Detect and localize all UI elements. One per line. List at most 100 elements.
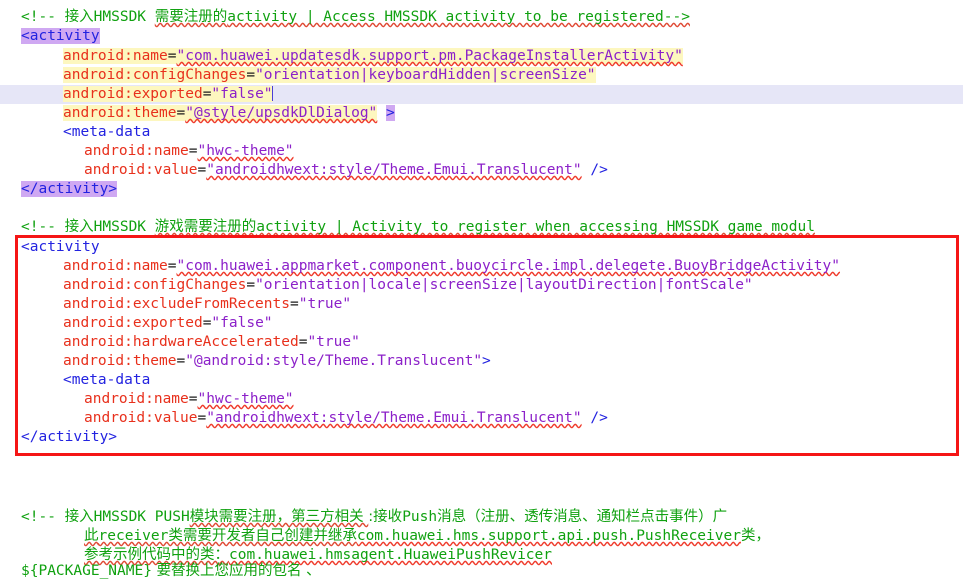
text-caret [271, 86, 273, 101]
attr-exported-1: android:exported [63, 86, 203, 102]
tag-self-close-2: /> [581, 410, 608, 426]
equals-sign: = [176, 353, 186, 369]
code-line-meta-data-open-1[interactable]: <meta-data [0, 123, 150, 142]
tag-self-close-1: /> [581, 162, 608, 178]
attr-meta-name-1: android:name [84, 143, 189, 159]
code-line-comment-access-activity[interactable]: <!-- 接入HMSSDK 需要注册的activity | Access HMS… [0, 8, 690, 27]
attr-meta-name-2: android:name [84, 391, 189, 407]
comment-push-receiver-class: com.huawei.hms.support.api.push.PushRece… [356, 528, 741, 544]
value-upsdk-dl-dialog: "@style/upsdkDlDialog" [185, 105, 378, 121]
comment-huawei-push-revicer-class: com.huawei.hmsagent.HuaweiPushRevicer [229, 547, 553, 563]
equals-sign: = [197, 162, 207, 178]
comment-token-open-2: <!-- [21, 219, 65, 235]
attr-android-name-1: android:name [63, 48, 168, 64]
code-line-theme-2[interactable]: android:theme="@android:style/Theme.Tran… [0, 352, 491, 371]
code-line-android-name-1[interactable]: android:name="com.huawei.updatesdk.suppo… [0, 47, 683, 66]
attr-config-changes-2: android:configChanges [63, 277, 247, 293]
comment-token-open-3: <!-- [21, 509, 65, 525]
value-exclude-true: "true" [298, 296, 352, 312]
comment-cjk-receive: :接收 [368, 509, 403, 525]
value-android-theme-translucent: "@android:style/Theme.Translucent" [185, 353, 483, 369]
value-hwc-theme-2: "hwc-theme" [197, 391, 294, 407]
comment-cjk-game-register: 游戏需要注册的 [154, 219, 257, 235]
attr-hardware-accelerated: android:hardwareAccelerated [63, 334, 299, 350]
code-line-android-name-2[interactable]: android:name="com.huawei.appmarket.compo… [0, 257, 840, 276]
comment-cjk-class-create-extend: 类需要开发者自己创建并继承 [168, 528, 357, 544]
code-line-activity-open-2[interactable]: <activity [0, 238, 100, 257]
comment-cjk-class-suffix: 类， [740, 528, 770, 544]
code-line-comment-push-4[interactable]: ${PACKAGE_NAME} 要替换上您应用的包名 、 [0, 562, 321, 581]
tag-activity-open-2: <activity [21, 239, 100, 255]
tag-meta-data-1: <meta-data [63, 124, 151, 140]
code-line-meta-value-1[interactable]: android:value="androidhwext:style/Theme.… [0, 161, 608, 180]
value-package-installer-activity: "com.huawei.updatesdk.support.pm.Package… [176, 48, 683, 64]
value-buoy-bridge-activity: "com.huawei.appmarket.component.buoycirc… [176, 258, 840, 274]
tag-activity-close-1: </activity> [21, 181, 118, 197]
equals-sign: = [167, 258, 177, 274]
equals-sign: = [167, 48, 177, 64]
value-hardware-true: "true" [307, 334, 360, 350]
comment-cjk-message-detail: 消息（注册、透传消息、通知栏点击事件）广 [437, 509, 728, 525]
code-line-activity-close-1[interactable]: </activity> [0, 180, 118, 199]
equals-sign: = [197, 410, 207, 426]
comment-push-word: Push [402, 509, 438, 525]
comment-hmssdk: HMSSDK [93, 9, 155, 25]
tag-activity-open: <activity [21, 28, 100, 44]
code-line-meta-name-1[interactable]: android:name="hwc-theme" [0, 142, 294, 161]
comment-rest-line1: activity | Access HMSSDK activity to be … [227, 9, 690, 25]
code-line-exported-2[interactable]: android:exported="false" [0, 314, 273, 333]
comment-cjk-access-2: 接入 [64, 219, 94, 235]
tag-activity-close-2: </activity> [21, 429, 118, 445]
equals-sign: = [188, 391, 198, 407]
comment-cjk-replace-package: 要替换上您应用的包名 、 [151, 563, 321, 579]
comment-hmssdk-2: HMSSDK [93, 219, 155, 235]
comment-cjk-this: 此 [84, 528, 99, 544]
value-androidhwext-theme-1: "androidhwext:style/Theme.Emui.Transluce… [206, 162, 582, 178]
value-hwc-theme-1: "hwc-theme" [197, 143, 294, 159]
equals-sign: = [289, 296, 299, 312]
value-exported-false-2: "false" [211, 315, 273, 331]
comment-cjk-module-register: 模块需要注册，第三方相关 [189, 509, 369, 525]
attr-meta-value-1: android:value [84, 162, 198, 178]
code-line-config-changes-1[interactable]: android:configChanges="orientation|keybo… [0, 66, 596, 85]
xml-code-editor[interactable]: <!-- 接入HMSSDK 需要注册的activity | Access HMS… [0, 0, 963, 579]
comment-cjk-access-3: 接入 [64, 509, 94, 525]
code-line-theme-1[interactable]: android:theme="@style/upsdkDlDialog" > [0, 104, 395, 123]
comment-cjk-sample-code-class: 参考示例代码中的类： [84, 547, 229, 563]
comment-token-open: <!-- [21, 9, 65, 25]
attr-meta-value-2: android:value [84, 410, 198, 426]
code-line-exported-1[interactable]: android:exported="false" [0, 85, 273, 104]
code-line-comment-push-2[interactable]: 此receiver类需要开发者自己创建并继承com.huawei.hms.sup… [0, 527, 770, 546]
attr-exclude-from-recents: android:excludeFromRecents [63, 296, 290, 312]
equals-sign: = [188, 143, 198, 159]
tag-meta-data-2: <meta-data [63, 372, 151, 388]
code-line-meta-data-open-2[interactable]: <meta-data [0, 371, 150, 390]
comment-cjk-need-register: 需要注册的 [154, 9, 228, 25]
value-exported-false-1: "false" [211, 86, 273, 102]
bracket-close-2: > [482, 353, 491, 369]
value-androidhwext-theme-2: "androidhwext:style/Theme.Emui.Transluce… [206, 410, 582, 426]
bracket-close-1: > [386, 105, 395, 121]
value-config-changes-1: "orientation|keyboardHidden|screenSize" [255, 67, 596, 83]
code-line-activity-open-1[interactable]: <activity [0, 27, 100, 46]
equals-sign: = [246, 277, 256, 293]
attr-theme-1: android:theme [63, 105, 177, 121]
code-line-meta-name-2[interactable]: android:name="hwc-theme" [0, 390, 294, 409]
code-line-activity-close-2[interactable]: </activity> [0, 428, 117, 447]
comment-package-name-var: ${PACKAGE_NAME} [21, 563, 152, 579]
attr-config-changes-1: android:configChanges [63, 67, 247, 83]
comment-rest-line12: activity | Activity to register when acc… [256, 219, 815, 235]
comment-hmssdk-push: HMSSDK PUSH [93, 509, 190, 525]
attr-android-name-2: android:name [63, 258, 168, 274]
attr-theme-2: android:theme [63, 353, 177, 369]
code-line-hardware-accelerated[interactable]: android:hardwareAccelerated="true" [0, 333, 360, 352]
value-config-changes-2: "orientation|locale|screenSize|layoutDir… [255, 277, 753, 293]
equals-sign: = [246, 67, 256, 83]
code-line-comment-game-activity[interactable]: <!-- 接入HMSSDK 游戏需要注册的activity | Activity… [0, 218, 815, 237]
comment-cjk-access: 接入 [64, 9, 94, 25]
code-line-exclude-from-recents[interactable]: android:excludeFromRecents="true" [0, 295, 351, 314]
code-line-meta-value-2[interactable]: android:value="androidhwext:style/Theme.… [0, 409, 608, 428]
code-line-comment-push-1[interactable]: <!-- 接入HMSSDK PUSH模块需要注册，第三方相关 :接收Push消息… [0, 508, 727, 527]
code-line-config-changes-2[interactable]: android:configChanges="orientation|local… [0, 276, 753, 295]
comment-receiver-word: receiver [98, 528, 169, 544]
